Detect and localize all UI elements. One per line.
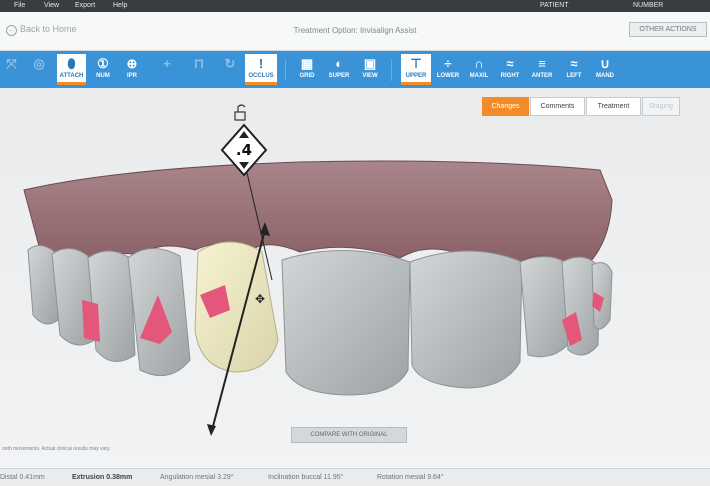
distal-value: Distal 0.41mm: [0, 474, 45, 481]
tooth-number-label[interactable]: .4: [226, 141, 262, 159]
tab-staging[interactable]: Staging: [642, 97, 680, 116]
tooth-central-incisor-left: [281, 250, 411, 396]
tooth-central-incisor-right: [409, 250, 523, 389]
rotation-value: Rotation mesial 9.64°: [377, 474, 444, 481]
move-cursor-icon: ✥: [255, 292, 265, 306]
inclination-value: Inclination buccal 11.95°: [268, 474, 344, 481]
status-bar: Distal 0.41mm Extrusion 0.38mm Angulatio…: [0, 468, 710, 486]
lock-open-icon: [234, 104, 246, 121]
attachment-left-1: [82, 300, 100, 342]
angulation-value: Angulation mesial 3.29°: [160, 474, 234, 481]
dental-model: ✥: [23, 104, 613, 436]
movement-arrow-tail: [207, 424, 216, 436]
extrusion-readout: Extrusion 0.38mm: [72, 474, 133, 481]
tab-treatment[interactable]: Treatment: [586, 97, 641, 116]
compare-with-original-button[interactable]: COMPARE WITH ORIGINAL: [291, 427, 407, 443]
gingiva: [23, 160, 613, 263]
disclaimer-text: ooth movements. Actual clinical results …: [2, 446, 111, 452]
tab-comments[interactable]: Comments: [530, 97, 585, 116]
tab-changes[interactable]: Changes: [482, 97, 529, 116]
